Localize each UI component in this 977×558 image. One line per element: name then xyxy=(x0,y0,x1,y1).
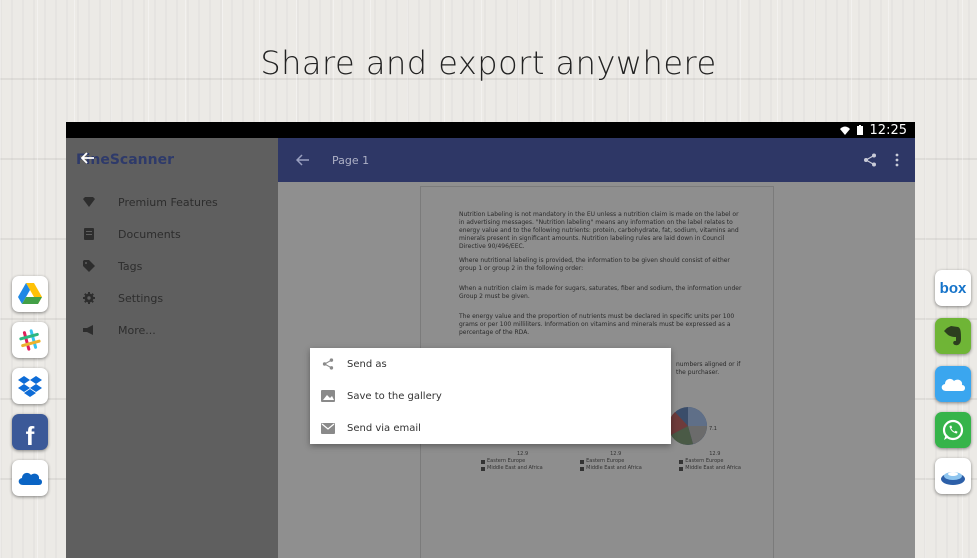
drawer-item-documents[interactable]: Documents xyxy=(66,218,278,250)
drawer-item-label: Documents xyxy=(118,227,181,241)
back-arrow-icon[interactable] xyxy=(296,153,310,167)
drawer-item-label: Tags xyxy=(118,259,143,273)
icloud-icon[interactable] xyxy=(935,366,971,402)
navigation-drawer: FineScanner Premium Features Documents T… xyxy=(66,138,278,558)
gear-icon xyxy=(82,291,96,305)
image-icon xyxy=(321,389,335,403)
document-paragraph: Nutrition Labeling is not mandatory in t… xyxy=(459,211,739,250)
whatsapp-icon[interactable] xyxy=(935,412,971,448)
battery-icon xyxy=(856,125,863,135)
menu-item-send-email[interactable]: Send via email xyxy=(310,412,671,444)
email-icon xyxy=(321,421,335,435)
drawer-item-label: More... xyxy=(118,323,156,337)
legend-group: 12.9 Eastern Europe Middle East and Afri… xyxy=(481,451,543,491)
menu-item-label: Save to the gallery xyxy=(347,390,442,402)
wifi-icon xyxy=(839,126,850,135)
share-menu: Send as Save to the gallery Send via ema… xyxy=(310,348,671,444)
legend-group: 12.9 Eastern Europe Middle East and Afri… xyxy=(679,451,741,491)
box-icon[interactable]: box xyxy=(935,270,971,306)
onedrive-icon[interactable] xyxy=(12,460,48,496)
share-icon xyxy=(321,357,335,371)
slack-icon[interactable] xyxy=(12,322,48,358)
document-paragraph: Where nutritional labeling is provided, … xyxy=(459,257,730,272)
tag-icon xyxy=(82,259,96,273)
menu-item-label: Send as xyxy=(347,358,387,370)
headline: Share and export anywhere xyxy=(260,44,717,82)
chart-label: 12.9 xyxy=(610,451,622,457)
box-label: box xyxy=(939,279,967,297)
drawer-item-label: Premium Features xyxy=(118,195,218,209)
drawer-item-tags[interactable]: Tags xyxy=(66,250,278,282)
dropbox-icon[interactable] xyxy=(12,368,48,404)
document-fragment: numbers aligned or if the purchaser. xyxy=(676,361,741,376)
megaphone-icon xyxy=(82,323,96,337)
document-paragraph: The energy value and the proportion of n… xyxy=(459,313,735,336)
google-drive-icon[interactable] xyxy=(12,276,48,312)
tablet-screen: 12:25 FineScanner Premium Features Docum… xyxy=(66,122,915,558)
back-arrow-icon[interactable] xyxy=(80,150,96,166)
legend-group: 12.9 Eastern Europe Middle East and Afri… xyxy=(580,451,642,491)
menu-item-label: Send via email xyxy=(347,422,421,434)
chart-label: 12.9 xyxy=(517,451,529,457)
chart-legend-row: 12.9 Eastern Europe Middle East and Afri… xyxy=(481,451,741,491)
evernote-icon[interactable] xyxy=(935,318,971,354)
menu-item-send-as[interactable]: Send as xyxy=(310,348,671,380)
overflow-menu-icon[interactable] xyxy=(895,153,899,167)
yandex-disk-icon[interactable] xyxy=(935,458,971,494)
diamond-icon xyxy=(82,195,96,209)
drawer-item-settings[interactable]: Settings xyxy=(66,282,278,314)
facebook-icon[interactable]: f xyxy=(12,414,48,450)
drawer-item-label: Settings xyxy=(118,291,164,305)
status-time: 12:25 xyxy=(869,122,907,138)
document-paragraph: When a nutrition claim is made for sugar… xyxy=(459,285,742,300)
chart-label: 12.9 xyxy=(709,451,721,457)
drawer-item-premium[interactable]: Premium Features xyxy=(66,186,278,218)
status-bar: 12:25 xyxy=(66,122,915,138)
page-title: Page 1 xyxy=(332,153,370,167)
drawer-item-more[interactable]: More... xyxy=(66,314,278,346)
pie-chart xyxy=(668,407,707,445)
menu-item-save-gallery[interactable]: Save to the gallery xyxy=(310,380,671,412)
share-icon[interactable] xyxy=(863,153,877,167)
drawer-header: FineScanner xyxy=(66,138,278,182)
document-icon xyxy=(82,227,96,241)
facebook-letter: f xyxy=(25,420,35,451)
app-bar: Page 1 xyxy=(278,138,915,182)
chart-label: 7.1 xyxy=(709,426,717,432)
